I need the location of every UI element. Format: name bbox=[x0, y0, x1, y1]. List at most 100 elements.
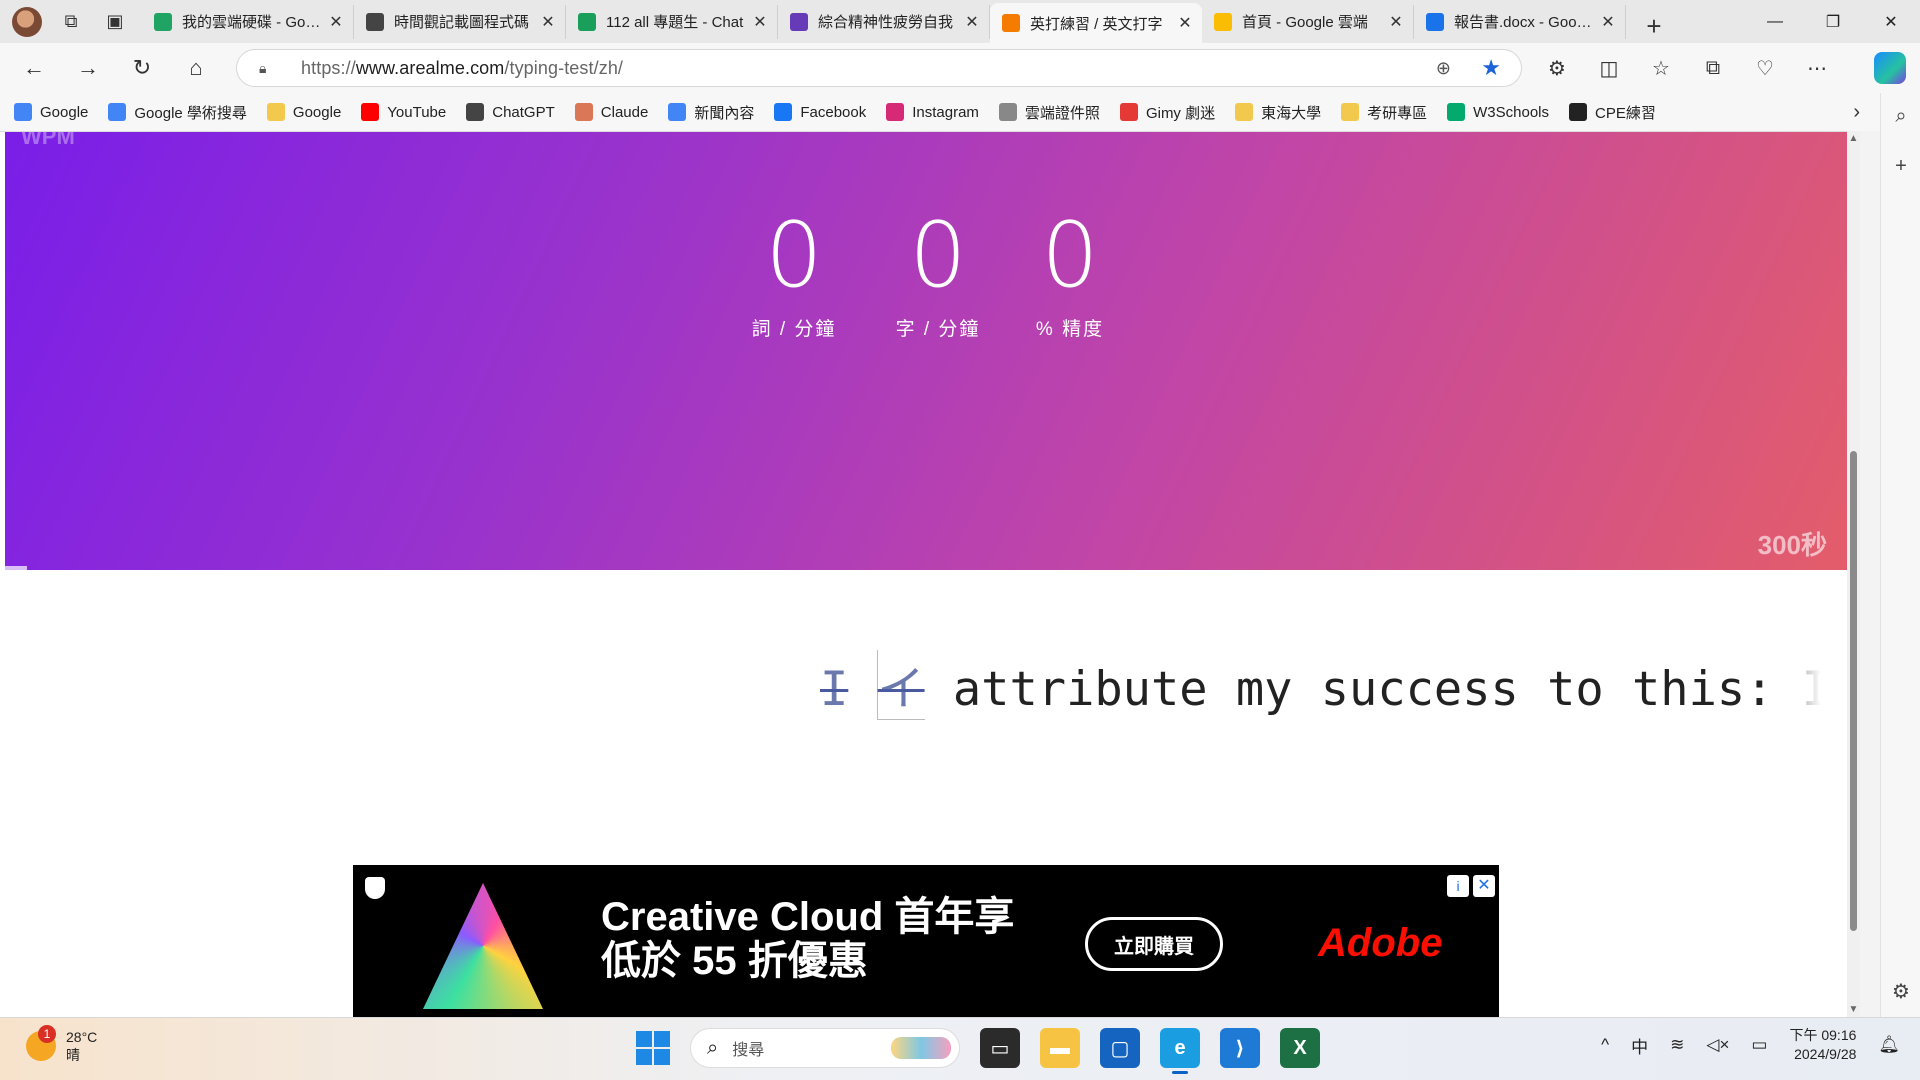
edge-icon[interactable]: e bbox=[1160, 1028, 1200, 1074]
refresh-icon[interactable]: ↻ bbox=[122, 48, 162, 88]
bookmark-1[interactable]: Google 學術搜尋 bbox=[108, 102, 247, 123]
bookmark-4[interactable]: ChatGPT bbox=[466, 103, 555, 121]
notifications-bell-icon[interactable]: 🔔︎ bbox=[1878, 1035, 1900, 1055]
bookmark-7[interactable]: Facebook bbox=[774, 103, 866, 121]
tab-6[interactable]: 報告書.docx - Google ✕ bbox=[1414, 4, 1626, 39]
bookmark-14[interactable]: CPE練習 bbox=[1569, 102, 1656, 123]
close-tab-icon[interactable]: ✕ bbox=[539, 12, 557, 32]
tab-1[interactable]: 時間觀記載圖程式碼 ✕ bbox=[354, 4, 566, 39]
address-bar[interactable]: 🔒︎ https://www.arealme.com/typing-test/z… bbox=[236, 49, 1522, 87]
page-scrollbar[interactable]: ▲ ▼ bbox=[1847, 131, 1860, 1017]
ime-indicator[interactable]: 中 bbox=[1631, 1033, 1648, 1058]
url-text[interactable]: https://www.arealme.com/typing-test/zh/ bbox=[301, 58, 623, 79]
vscode-icon[interactable]: ⟩ bbox=[1220, 1028, 1260, 1068]
drive-icon bbox=[154, 12, 172, 31]
typing-text[interactable]: I イ attribute my success to this: I nev bbox=[820, 650, 1847, 720]
back-icon[interactable]: ← bbox=[14, 48, 54, 88]
close-tab-icon[interactable]: ✕ bbox=[1176, 13, 1194, 33]
wpm-ghost-label: WPM bbox=[21, 131, 75, 149]
bookmark-11[interactable]: 東海大學 bbox=[1235, 102, 1321, 123]
forward-icon[interactable]: → bbox=[68, 48, 108, 88]
new-tab-button[interactable]: + bbox=[1634, 9, 1674, 43]
bookmark-label: Gimy 劇迷 bbox=[1145, 104, 1216, 122]
bookmark-12[interactable]: 考研專區 bbox=[1341, 102, 1427, 123]
creative-cloud-art bbox=[423, 883, 543, 1009]
more-menu-icon[interactable]: ⋯ bbox=[1800, 51, 1834, 85]
close-tab-icon[interactable]: ✕ bbox=[327, 12, 345, 32]
drive-icon bbox=[1214, 12, 1232, 31]
workspaces-icon[interactable]: ⧉ bbox=[56, 7, 86, 37]
close-tab-icon[interactable]: ✕ bbox=[751, 12, 769, 32]
ad-buy-button[interactable]: 立即購買 bbox=[1085, 917, 1223, 971]
taskbar-search[interactable]: ⌕ 搜尋 bbox=[690, 1028, 960, 1068]
zoom-icon[interactable]: ⊕ bbox=[1436, 58, 1451, 79]
temperature: 28°C bbox=[66, 1029, 98, 1045]
tab-5[interactable]: 首頁 - Google 雲端 ✕ bbox=[1202, 4, 1414, 39]
bookmark-13[interactable]: W3Schools bbox=[1447, 103, 1549, 121]
accuracy-label: % 精度 bbox=[1035, 319, 1105, 340]
favorites-icon[interactable]: ☆ bbox=[1644, 51, 1678, 85]
chevron-right-icon[interactable]: › bbox=[1853, 101, 1860, 124]
cpm-label: 字 / 分鐘 bbox=[895, 319, 981, 340]
favorite-star-icon[interactable]: ★ bbox=[1481, 55, 1501, 81]
remote-desktop-icon[interactable]: ▢ bbox=[1100, 1028, 1140, 1068]
facebook-icon bbox=[774, 103, 793, 121]
performance-icon[interactable]: ♡ bbox=[1748, 51, 1782, 85]
task-view-icon[interactable]: ▭ bbox=[980, 1028, 1020, 1068]
bookmark-10[interactable]: Gimy 劇迷 bbox=[1119, 102, 1216, 123]
restore-button[interactable]: ❐ bbox=[1804, 0, 1862, 43]
close-window-button[interactable]: ✕ bbox=[1862, 0, 1920, 43]
close-tab-icon[interactable]: ✕ bbox=[1387, 12, 1405, 32]
settings-gear-icon[interactable]: ⚙ bbox=[1881, 979, 1920, 1004]
typing-stats-banner: WPM 0 詞 / 分鐘 0 字 / 分鐘 0 % 精度 300秒 bbox=[5, 132, 1847, 570]
home-icon[interactable]: ⌂ bbox=[176, 48, 216, 88]
bookmark-label: 東海大學 bbox=[1261, 104, 1322, 122]
ad-headline-line-2: 低於 55 折優惠 bbox=[601, 939, 868, 983]
scroll-up-icon[interactable]: ▲ bbox=[1847, 133, 1860, 144]
copilot-icon[interactable] bbox=[1874, 52, 1906, 84]
split-screen-icon[interactable]: ◫ bbox=[1592, 51, 1626, 85]
chevron-up-icon[interactable]: ^ bbox=[1601, 1035, 1609, 1055]
collections-icon[interactable]: ⧉ bbox=[1696, 51, 1730, 85]
close-tab-icon[interactable]: ✕ bbox=[1599, 12, 1617, 32]
bookmark-0[interactable]: Google bbox=[14, 103, 88, 121]
start-windows-icon[interactable] bbox=[636, 1031, 670, 1065]
wifi-icon[interactable]: ≋ bbox=[1670, 1035, 1684, 1055]
profile-avatar[interactable] bbox=[12, 6, 42, 37]
w3schools-icon bbox=[1447, 103, 1466, 121]
clock[interactable]: 下午 09:16 2024/9/28 bbox=[1789, 1026, 1856, 1064]
tab-actions-icon[interactable]: ▣ bbox=[100, 7, 130, 37]
tab-3[interactable]: 綜合精神性疲勞自我 ✕ bbox=[778, 4, 990, 39]
bookmark-2[interactable]: Google bbox=[266, 103, 341, 121]
ad-info-icon[interactable]: i bbox=[1447, 875, 1469, 897]
search-icon[interactable]: ⌕ bbox=[1881, 105, 1920, 128]
lock-icon[interactable]: 🔒︎ bbox=[259, 60, 279, 77]
add-icon[interactable]: + bbox=[1881, 155, 1920, 178]
ad-close-icon[interactable]: ✕ bbox=[1473, 875, 1495, 897]
bookmark-8[interactable]: Instagram bbox=[886, 103, 979, 121]
file-explorer-icon[interactable]: ▬ bbox=[1040, 1028, 1080, 1068]
tab-2[interactable]: 112 all 專題生 - Chat ✕ bbox=[566, 4, 778, 39]
bookmark-9[interactable]: 雲端證件照 bbox=[998, 102, 1100, 123]
weather-widget[interactable]: 1 28°C 晴 bbox=[26, 1025, 98, 1064]
tab-0[interactable]: 我的雲端硬碟 - Google ✕ bbox=[142, 4, 354, 39]
timer-progress-bar bbox=[5, 566, 28, 570]
tab-4[interactable]: 英打練習 / 英文打字 ✕ bbox=[990, 3, 1202, 43]
extensions-icon[interactable]: ⚙︎ bbox=[1540, 51, 1574, 85]
excel-icon[interactable]: X bbox=[1280, 1028, 1320, 1068]
minimize-button[interactable]: — bbox=[1746, 0, 1804, 43]
bookmark-6[interactable]: 新聞內容 bbox=[668, 102, 754, 123]
battery-icon[interactable]: ▭ bbox=[1751, 1035, 1767, 1055]
bookmark-3[interactable]: YouTube bbox=[361, 103, 446, 121]
bookmark-label: Facebook bbox=[800, 103, 867, 121]
adobe-ad-banner[interactable]: Creative Cloud 首年享 低於 55 折優惠 立即購買 Adobe … bbox=[353, 865, 1499, 1017]
folder-icon bbox=[1341, 103, 1360, 121]
scroll-down-icon[interactable]: ▼ bbox=[1847, 1004, 1860, 1015]
wpm-stat: 0 詞 / 分鐘 bbox=[744, 206, 844, 341]
text-fade-mask bbox=[1760, 632, 1847, 732]
speaker-muted-icon[interactable]: ◁× bbox=[1706, 1035, 1729, 1055]
bookmark-5[interactable]: Claude bbox=[574, 103, 648, 121]
remaining-text: attribute my success to this: I bbox=[952, 662, 1847, 717]
scroll-thumb[interactable] bbox=[1850, 451, 1857, 931]
close-tab-icon[interactable]: ✕ bbox=[963, 12, 981, 32]
